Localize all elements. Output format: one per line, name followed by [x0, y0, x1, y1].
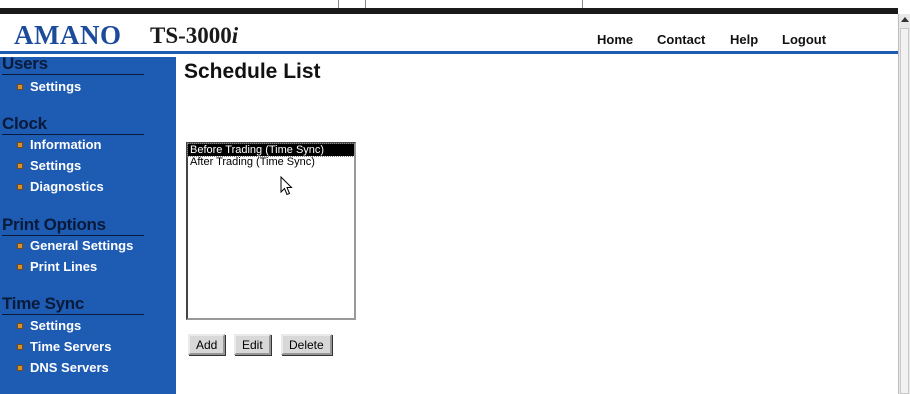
frame-tick — [365, 0, 366, 8]
browser-top-frame — [0, 0, 910, 14]
schedule-option[interactable]: Before Trading (Time Sync) — [187, 143, 355, 157]
sidebar-item-clock-diagnostics[interactable]: Diagnostics — [17, 179, 104, 194]
scroll-up-icon[interactable] — [901, 17, 909, 22]
brand-logo: AMANO — [14, 20, 122, 50]
nav-home-link[interactable]: Home — [597, 32, 633, 47]
model-suffix: i — [231, 23, 239, 48]
bullet-icon — [17, 84, 23, 90]
sidebar-item-print-lines[interactable]: Print Lines — [17, 259, 98, 274]
nav-help-link[interactable]: Help — [730, 32, 758, 47]
section-divider — [2, 235, 144, 236]
schedule-listbox[interactable]: Before Trading (Time Sync) After Trading… — [186, 142, 356, 320]
frame-tick — [338, 0, 339, 8]
sidebar-section-time-sync: Time Sync — [2, 294, 85, 313]
sidebar-item-general-settings[interactable]: General Settings — [17, 238, 134, 253]
sidebar-section-clock: Clock — [2, 114, 47, 133]
sidebar-item-label: DNS Servers — [30, 360, 109, 375]
sidebar-item-label: Print Lines — [30, 259, 98, 274]
bullet-icon — [17, 184, 23, 190]
sidebar: Users Settings Clock Information Setting… — [0, 54, 176, 394]
model-name: TS-3000i — [150, 23, 238, 49]
nav-contact-link[interactable]: Contact — [657, 32, 705, 47]
section-divider — [2, 134, 144, 135]
bullet-icon — [17, 365, 23, 371]
nav-logout-link[interactable]: Logout — [782, 32, 826, 47]
main-content: Schedule List Before Trading (Time Sync)… — [176, 57, 898, 394]
model-prefix: TS-3000 — [150, 23, 232, 48]
sidebar-item-label: Settings — [30, 79, 82, 94]
frame-tick — [582, 0, 583, 8]
sidebar-item-label: Settings — [30, 158, 82, 173]
bullet-icon — [17, 323, 23, 329]
vertical-scrollbar[interactable] — [898, 14, 910, 394]
section-divider — [2, 74, 144, 75]
sidebar-item-time-sync-settings[interactable]: Settings — [17, 318, 82, 333]
sidebar-item-label: Diagnostics — [30, 179, 104, 194]
add-button[interactable]: Add — [188, 334, 226, 355]
page-title: Schedule List — [184, 60, 321, 83]
sidebar-item-label: Information — [30, 137, 102, 152]
sidebar-item-dns-servers[interactable]: DNS Servers — [17, 360, 109, 375]
sidebar-item-time-servers[interactable]: Time Servers — [17, 339, 112, 354]
sidebar-item-label: Time Servers — [30, 339, 112, 354]
sidebar-item-users-settings[interactable]: Settings — [17, 79, 82, 94]
bullet-icon — [17, 163, 23, 169]
section-divider — [2, 314, 144, 315]
delete-button[interactable]: Delete — [281, 334, 332, 355]
header: AMANO TS-3000i Home Contact Help Logout — [0, 14, 898, 54]
bullet-icon — [17, 264, 23, 270]
sidebar-section-users: Users — [2, 54, 48, 73]
sidebar-section-print-options: Print Options — [2, 215, 106, 234]
sidebar-item-clock-information[interactable]: Information — [17, 137, 102, 152]
bullet-icon — [17, 243, 23, 249]
sidebar-item-label: Settings — [30, 318, 82, 333]
edit-button[interactable]: Edit — [234, 334, 271, 355]
schedule-option[interactable]: After Trading (Time Sync) — [188, 156, 354, 168]
scroll-thumb[interactable] — [900, 28, 909, 394]
bullet-icon — [17, 344, 23, 350]
bullet-icon — [17, 142, 23, 148]
sidebar-item-label: General Settings — [30, 238, 134, 253]
mouse-pointer-icon — [280, 176, 293, 196]
sidebar-item-clock-settings[interactable]: Settings — [17, 158, 82, 173]
